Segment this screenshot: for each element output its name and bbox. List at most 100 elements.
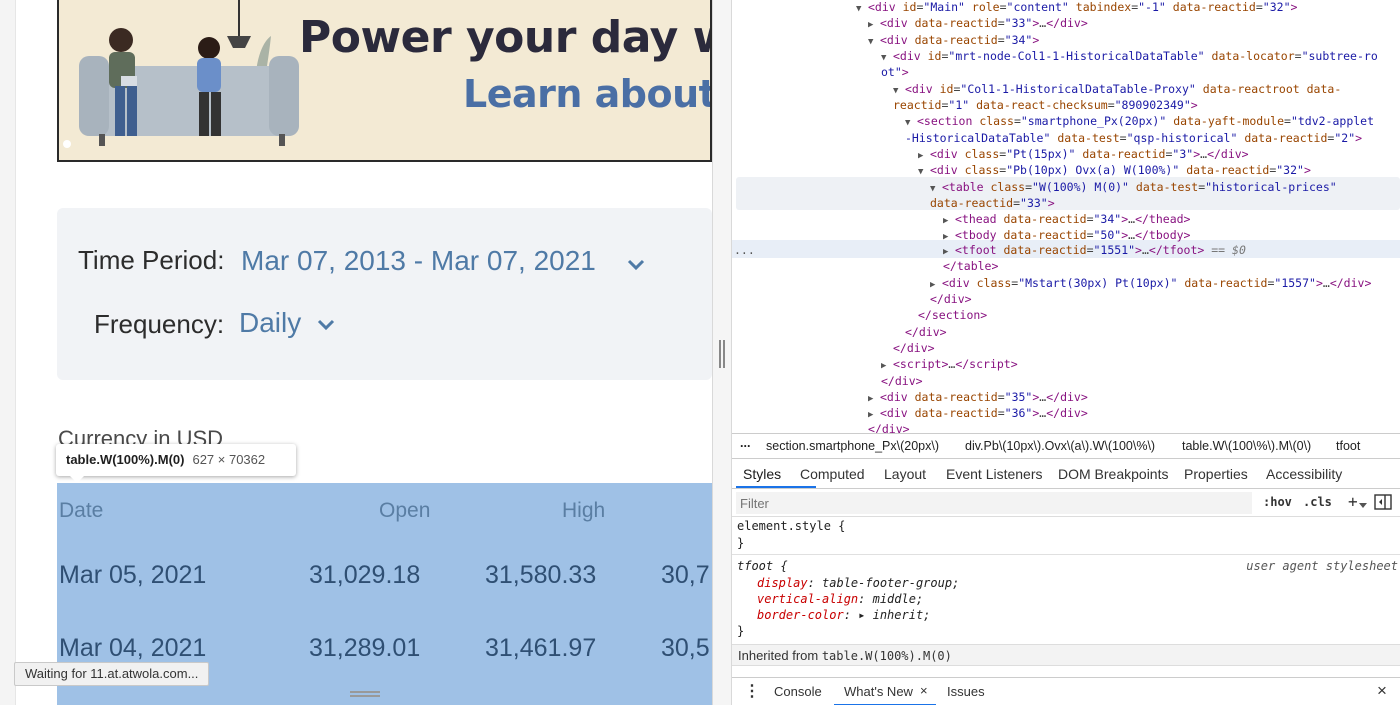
column-header-open[interactable]: Open — [379, 499, 430, 523]
dom-node[interactable]: ▼ <div class="Pb(10px) Ovx(a) W(100%)" da… — [918, 162, 1311, 178]
breadcrumb-item[interactable]: div.Pb\(10px\).Ovx\(a\).W\(100\%\) — [965, 439, 1155, 453]
tab-accessibility[interactable]: Accessibility — [1266, 466, 1342, 482]
css-property-value: middle; — [872, 592, 924, 606]
resize-handle[interactable] — [350, 691, 380, 697]
table-cell-open: 31,029.18 — [309, 561, 421, 589]
time-period-dropdown[interactable]: Mar 07, 2013 - Mar 07, 2021 — [241, 245, 596, 277]
dom-node-wrap: reactid="1" data-react-checksum="8909023… — [893, 98, 1198, 112]
css-property[interactable]: border-color: ▸ inherit; — [757, 608, 930, 622]
dom-node-close: </div> — [905, 325, 947, 339]
css-property-value: table-footer-group; — [822, 576, 960, 590]
column-header-date[interactable]: Date — [59, 499, 103, 523]
dom-node-close: </section> — [918, 308, 988, 322]
breadcrumb-more-icon[interactable]: ... — [740, 436, 750, 450]
dom-node-close: </div> — [868, 422, 910, 433]
styles-filter-input[interactable] — [736, 492, 1252, 514]
css-property-name: border-color — [757, 608, 844, 622]
breadcrumb-item[interactable]: section.smartphone_Px\(20px\) — [766, 439, 939, 453]
toggle-sidebar-icon[interactable] — [1374, 494, 1392, 510]
rule-close-brace: } — [737, 624, 745, 638]
devtools-drawer: ⋮ Console What's New × Issues × — [732, 677, 1400, 705]
inherited-label: Inherited from — [738, 648, 819, 663]
table-cell-low: 30,5 — [661, 634, 710, 662]
browser-status-bar: Waiting for 11.at.atwola.com... — [14, 662, 210, 686]
dom-node-table[interactable]: ▼ <table class="W(100%) M(0)" data-test="… — [930, 179, 1337, 195]
dom-node-close: </table> — [943, 259, 999, 273]
breadcrumb: ... section.smartphone_Px\(20px\) div.Pb… — [732, 433, 1400, 459]
styles-filter-bar: :hov .cls + — [732, 489, 1400, 517]
frequency-label: Frequency: — [94, 309, 225, 339]
dom-node-wrap: ot"> — [881, 65, 909, 79]
dom-node[interactable]: ▼ <div id="Main" role="content" tabindex=… — [856, 0, 1297, 15]
table-cell-date: Mar 04, 2021 — [59, 634, 207, 662]
styles-rules: element.style { } tfoot { user agent sty… — [732, 517, 1400, 677]
tab-dom-breakpoints[interactable]: DOM Breakpoints — [1058, 466, 1168, 482]
rule-close-brace: } — [737, 536, 745, 550]
tab-event-listeners[interactable]: Event Listeners — [946, 466, 1043, 482]
chevron-down-icon[interactable] — [317, 319, 335, 331]
dom-node[interactable]: ▶ <div class="Pt(15px)" data-reactid="3">… — [918, 146, 1249, 162]
active-tab-indicator — [736, 486, 816, 488]
dom-node[interactable]: ▶ <div class="Mstart(30px) Pt(10px)" data… — [930, 275, 1371, 291]
tab-issues[interactable]: Issues — [947, 684, 985, 699]
css-property-value: ▸ inherit; — [858, 608, 931, 622]
dom-node-wrap: -HistoricalDataTable" data-test="qsp-his… — [905, 131, 1363, 145]
dom-node[interactable]: ▶ <div data-reactid="35">…</div> — [868, 389, 1088, 405]
dom-node[interactable]: ▼ <div id="mrt-node-Col1-1-HistoricalData… — [881, 48, 1378, 64]
table-cell-high: 31,580.33 — [485, 561, 597, 589]
css-property-name: display — [757, 576, 808, 590]
page-viewport: Power your day wi Learn about T Time Per… — [0, 0, 712, 705]
column-header-high[interactable]: High — [562, 499, 605, 523]
dom-node[interactable]: ▶ <div data-reactid="33">…</div> — [868, 15, 1088, 31]
rule-source: user agent stylesheet — [1246, 559, 1398, 573]
banner-illustration — [59, 0, 299, 160]
dom-node-wrap: data-reactid="33"> — [930, 196, 1055, 210]
dom-node-close: </div> — [930, 292, 972, 306]
dom-node[interactable]: ▼ <div id="Col1-1-HistoricalDataTable-Pro… — [893, 81, 1341, 97]
inherited-selector-link[interactable]: table.W(100%).M(0) — [822, 649, 952, 663]
hover-state-toggle[interactable]: :hov — [1263, 495, 1292, 509]
page-left-gutter — [0, 0, 16, 705]
dom-node-close: </div> — [893, 341, 935, 355]
dom-node[interactable]: ▶ <div data-reactid="36">…</div> — [868, 405, 1088, 421]
close-tab-icon[interactable]: × — [920, 683, 928, 698]
frequency-dropdown[interactable]: Daily — [239, 307, 301, 339]
tab-properties[interactable]: Properties — [1184, 466, 1248, 482]
tab-console[interactable]: Console — [774, 684, 822, 699]
splitter-grip-icon[interactable] — [719, 340, 725, 368]
breadcrumb-item[interactable]: tfoot — [1336, 439, 1360, 453]
element-style-rule[interactable]: element.style { — [737, 519, 845, 533]
banner-subline: Learn about T — [463, 72, 712, 116]
tab-whats-new[interactable]: What's New — [844, 684, 913, 699]
drawer-menu-icon[interactable]: ⋮ — [744, 681, 760, 701]
devtools-panel: ▼ <div id="Main" role="content" tabindex=… — [732, 0, 1400, 705]
table-cell-high: 31,461.97 — [485, 634, 597, 662]
close-drawer-icon[interactable]: × — [1377, 681, 1387, 701]
chevron-down-icon[interactable] — [627, 259, 645, 271]
css-property[interactable]: display: table-footer-group; — [757, 576, 959, 590]
class-toggle[interactable]: .cls — [1303, 495, 1332, 509]
tfoot-rule-selector[interactable]: tfoot { — [737, 559, 788, 573]
banner-headline: Power your day wi — [299, 12, 712, 63]
dom-node[interactable]: ▶ <tbody data-reactid="50">…</tbody> — [943, 227, 1190, 243]
chevron-down-icon[interactable] — [1359, 503, 1367, 509]
inherited-from-header: Inherited from table.W(100%).M(0) — [732, 644, 1400, 666]
dom-node[interactable]: ▼ <div data-reactid="34"> — [868, 32, 1039, 48]
breadcrumb-item[interactable]: table.W\(100\%\).M\(0\) — [1182, 439, 1311, 453]
css-property[interactable]: vertical-align: middle; — [757, 592, 923, 606]
tab-computed[interactable]: Computed — [800, 466, 865, 482]
tab-layout[interactable]: Layout — [884, 466, 926, 482]
dom-node[interactable]: ▼ <section class="smartphone_Px(20px)" da… — [905, 113, 1374, 129]
dom-node-tfoot[interactable]: ▶ <tfoot data-reactid="1551">…</tfoot> ==… — [943, 242, 1246, 258]
tab-styles[interactable]: Styles — [743, 466, 781, 482]
dom-node[interactable]: ▶ <thead data-reactid="34">…</thead> — [943, 211, 1190, 227]
dom-node[interactable]: ▶ <script>…</script> — [881, 356, 1018, 372]
ad-banner[interactable]: Power your day wi Learn about T — [57, 0, 712, 162]
devtools-splitter[interactable] — [712, 0, 732, 705]
historical-filters-panel: Time Period: Mar 07, 2013 - Mar 07, 2021… — [57, 208, 712, 380]
dom-node-close: </div> — [881, 374, 923, 388]
new-style-rule-button[interactable]: + — [1348, 492, 1358, 511]
inspect-element-tooltip: table.W(100%).M(0) 627 × 70362 — [56, 444, 296, 483]
dom-ellipsis-icon[interactable]: ... — [734, 242, 755, 258]
elements-dom-tree: ▼ <div id="Main" role="content" tabindex=… — [732, 0, 1400, 433]
